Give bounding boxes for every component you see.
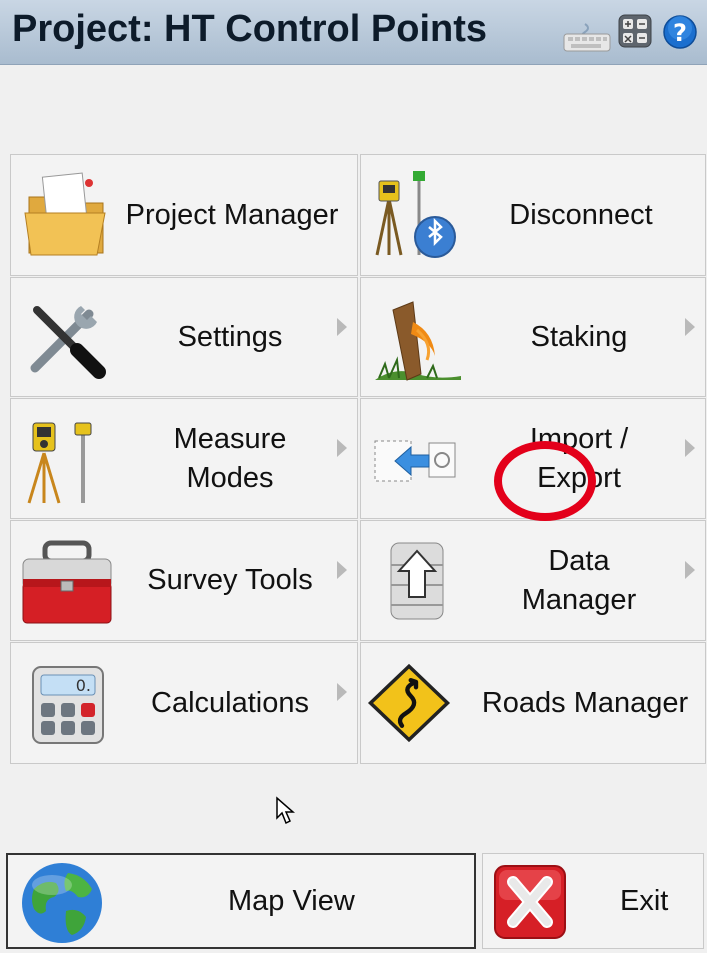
calculations-button[interactable]: 0. Calculations (10, 642, 358, 764)
submenu-arrow-icon (685, 439, 695, 457)
survey-tools-button[interactable]: Survey Tools (10, 520, 358, 641)
submenu-arrow-icon (337, 561, 347, 579)
globe-icon (22, 863, 102, 943)
page-title: Project: HT Control Points (12, 8, 487, 50)
project-manager-button[interactable]: Project Manager (10, 154, 358, 276)
data-manager-button[interactable]: Data Manager (360, 520, 706, 641)
settings-button[interactable]: Settings (10, 277, 358, 397)
exit-button[interactable]: Exit (482, 853, 704, 949)
highlight-ring (494, 441, 596, 521)
submenu-arrow-icon (337, 318, 347, 336)
calculator-icon: 0. (32, 666, 104, 744)
data-manager-label: Data Manager (521, 544, 637, 616)
map-view-button[interactable]: Map View (6, 853, 476, 949)
measure-modes-label: Measure Modes (173, 422, 287, 494)
submenu-arrow-icon (685, 561, 695, 579)
submenu-arrow-icon (685, 318, 695, 336)
toolbox-icon (22, 540, 112, 624)
settings-label: Settings (177, 320, 283, 353)
calculations-label: Calculations (151, 686, 309, 719)
winding-road-sign-icon (367, 663, 451, 743)
svg-text:?: ? (673, 19, 687, 47)
mouse-cursor-icon (276, 796, 295, 825)
roads-manager-label: Roads Manager (481, 686, 689, 719)
help-icon[interactable]: ? (662, 14, 698, 50)
import-export-icon (374, 440, 456, 482)
svg-text:0.: 0. (76, 676, 91, 695)
keyboard-icon[interactable] (563, 22, 611, 52)
close-x-icon (494, 865, 566, 939)
measure-modes-button[interactable]: Measure Modes (10, 398, 358, 519)
tools-icon (30, 306, 106, 379)
total-station-icon (27, 422, 92, 504)
instrument-bluetooth-icon (375, 171, 456, 258)
roads-manager-button[interactable]: Roads Manager (360, 642, 706, 764)
project-manager-label: Project Manager (125, 198, 339, 231)
staking-label: Staking (530, 320, 628, 353)
survey-tools-label: Survey Tools (147, 564, 313, 596)
staking-button[interactable]: Staking (360, 277, 706, 397)
database-upload-icon (390, 542, 444, 620)
map-view-label: Map View (228, 884, 355, 917)
disconnect-label: Disconnect (509, 198, 653, 231)
folder-icon (24, 172, 106, 256)
disconnect-button[interactable]: Disconnect (360, 154, 706, 276)
title-bar: Project: HT Control Points ? (0, 0, 707, 65)
stake-icon (375, 301, 461, 381)
submenu-arrow-icon (337, 439, 347, 457)
submenu-arrow-icon (337, 683, 347, 701)
exit-label: Exit (620, 884, 669, 917)
calculator-icon[interactable] (618, 14, 652, 48)
